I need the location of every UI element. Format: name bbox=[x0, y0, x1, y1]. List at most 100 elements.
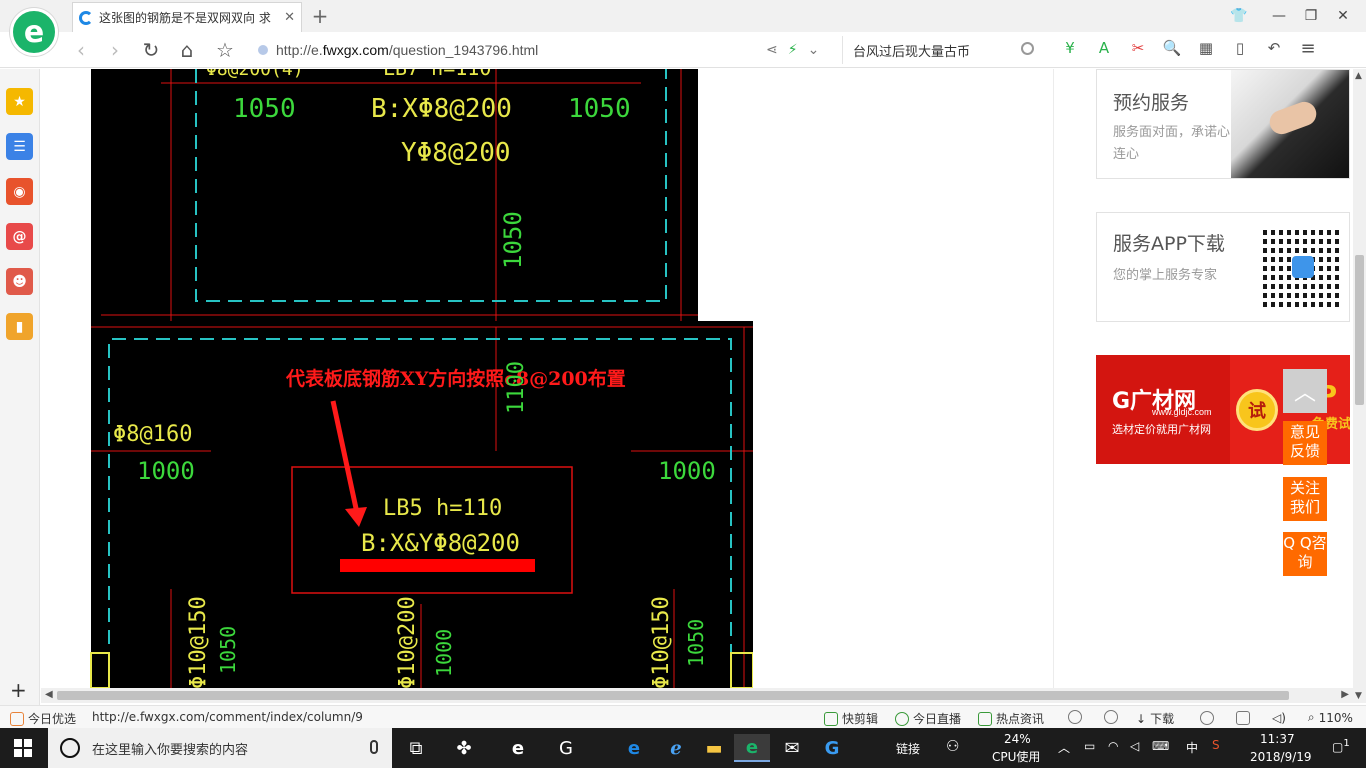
highlight-underline bbox=[340, 559, 535, 572]
mic-icon[interactable] bbox=[370, 740, 378, 754]
translate-icon[interactable]: A bbox=[1094, 37, 1114, 59]
keyboard-icon[interactable]: ⌨ bbox=[1152, 739, 1169, 753]
bolt-icon[interactable]: ⚡ bbox=[788, 42, 798, 58]
ie-icon[interactable] bbox=[1200, 710, 1214, 725]
reader-icon[interactable]: ☰ bbox=[6, 133, 33, 160]
close-button[interactable]: ✕ bbox=[1328, 4, 1358, 28]
battery-icon[interactable]: ▭ bbox=[1084, 739, 1095, 753]
favorites-icon[interactable]: ★ bbox=[6, 88, 33, 115]
slab-label: LB5 h=110 bbox=[383, 496, 502, 521]
undo-icon[interactable]: ↶ bbox=[1264, 37, 1284, 59]
volume-icon[interactable]: ◁) bbox=[1272, 711, 1286, 725]
scroll-left-icon[interactable]: ◀ bbox=[45, 689, 53, 700]
sidebar-add-button[interactable]: + bbox=[10, 678, 27, 702]
apps-icon[interactable]: ▦ bbox=[1196, 37, 1216, 59]
glodon-app-icon[interactable]: G bbox=[548, 734, 584, 762]
vertical-rebar-mid: Φ10@200 bbox=[395, 596, 420, 688]
mail-app-icon[interactable]: ✉ bbox=[774, 734, 810, 762]
bottom-dim-left: 1000 bbox=[137, 457, 195, 485]
scroll-up-icon[interactable]: ▲ bbox=[1355, 71, 1362, 81]
home-button[interactable]: ⌂ bbox=[174, 37, 200, 63]
ie-browser-icon[interactable]: ℯ bbox=[658, 734, 694, 762]
address-bar[interactable]: http://e.fwxgx.com/question_1943796.html bbox=[258, 36, 838, 64]
taskbar-search-placeholder: 在这里输入你要搜索的内容 bbox=[92, 742, 249, 758]
vertical-dim-left: 1050 bbox=[216, 626, 240, 674]
dropdown-icon[interactable]: ⌄ bbox=[808, 42, 820, 58]
vertical-scrollbar[interactable]: ▲ ▼ bbox=[1353, 69, 1366, 703]
ad-slogan: 选材定价就用广材网 bbox=[1112, 423, 1211, 436]
quick-edit[interactable]: 快剪辑 bbox=[824, 710, 878, 727]
restore-button[interactable]: ❐ bbox=[1296, 4, 1326, 28]
taskbar-search[interactable]: 在这里输入你要搜索的内容 bbox=[48, 728, 392, 768]
security-icon bbox=[258, 45, 268, 55]
notes-icon[interactable]: ▮ bbox=[6, 313, 33, 340]
download-icon: ↓ bbox=[1136, 711, 1147, 726]
app-title: 服务APP下载 bbox=[1113, 233, 1225, 255]
back-button[interactable]: ‹ bbox=[68, 37, 94, 63]
magnifier-icon[interactable]: 🔍 bbox=[1162, 37, 1182, 59]
start-windows-icon[interactable] bbox=[14, 739, 32, 757]
weibo-icon[interactable]: ◉ bbox=[6, 178, 33, 205]
address-tools: ⋖ ⚡ ⌄ bbox=[766, 42, 819, 58]
wifi-icon[interactable]: ◠ bbox=[1108, 739, 1118, 753]
tab-close-icon[interactable]: ✕ bbox=[284, 10, 295, 25]
cortana-icon bbox=[60, 738, 80, 758]
qq-consult-button[interactable]: Q Q咨询 bbox=[1283, 532, 1327, 576]
guangcai-app-icon[interactable]: G bbox=[814, 734, 850, 762]
notification-icon[interactable]: ▢1 bbox=[1332, 738, 1350, 754]
search-icon[interactable] bbox=[1021, 42, 1034, 55]
file-explorer-icon[interactable]: ▬ bbox=[696, 734, 732, 762]
status-right-tools: ◁) ⌕ 110% bbox=[1200, 710, 1353, 725]
horizontal-scrollbar[interactable]: ◀ ▶ bbox=[41, 688, 1353, 703]
vertical-scroll-thumb[interactable] bbox=[1355, 255, 1364, 405]
browser-logo-icon[interactable]: e bbox=[10, 8, 58, 56]
mail-icon[interactable]: @ bbox=[6, 223, 33, 250]
skin-icon[interactable]: 👕 bbox=[1224, 4, 1254, 28]
tray-expand-icon[interactable]: ︿ bbox=[1058, 739, 1070, 756]
pin-icon[interactable] bbox=[1104, 710, 1118, 724]
search-box[interactable]: 台风过后现大量古币 bbox=[842, 36, 1042, 64]
new-tab-button[interactable]: + bbox=[308, 4, 332, 28]
tab-active[interactable]: 这张图的钢筋是不是双网双向 求 ✕ bbox=[72, 2, 302, 32]
zoom-level[interactable]: 110% bbox=[1319, 711, 1353, 725]
back-to-top-button[interactable]: ︿ bbox=[1283, 369, 1327, 413]
download-button[interactable]: ↓ 下载 bbox=[1136, 710, 1174, 727]
scroll-down-icon[interactable]: ▼ bbox=[1355, 691, 1362, 701]
ime-indicator[interactable]: 中 bbox=[1186, 739, 1198, 756]
shield-icon[interactable]: ¥ bbox=[1060, 37, 1080, 59]
speed-icon[interactable] bbox=[1068, 710, 1082, 724]
links-toolbar[interactable]: 链接 bbox=[896, 740, 920, 757]
hot-news[interactable]: 热点资讯 bbox=[978, 710, 1044, 727]
slab-rebar-label: B:X&YΦ8@200 bbox=[361, 529, 520, 557]
clock-date[interactable]: 2018/9/19 bbox=[1250, 750, 1312, 764]
task-view-icon[interactable]: ⧉ bbox=[398, 734, 434, 762]
status-url: http://e.fwxgx.com/comment/index/column/… bbox=[92, 710, 363, 724]
edge-browser-icon[interactable]: e bbox=[500, 734, 536, 762]
minimize-button[interactable]: — bbox=[1264, 4, 1294, 28]
fan-app-icon[interactable]: ✤ bbox=[446, 734, 482, 762]
clock-time[interactable]: 11:37 bbox=[1260, 732, 1295, 746]
bookmark-star-button[interactable]: ☆ bbox=[212, 37, 238, 63]
live[interactable]: 今日直播 bbox=[895, 710, 961, 727]
follow-us-button[interactable]: 关注我们 bbox=[1283, 477, 1327, 521]
edge-icon[interactable]: e bbox=[616, 734, 652, 762]
app-download-card[interactable]: 服务APP下载 您的掌上服务专家 bbox=[1096, 212, 1350, 322]
feedback-button[interactable]: 意见反馈 bbox=[1283, 421, 1327, 465]
today-picks[interactable]: 今日优选 bbox=[10, 710, 76, 727]
scroll-right-icon[interactable]: ▶ bbox=[1341, 689, 1349, 700]
scissors-icon[interactable]: ✂ bbox=[1128, 37, 1148, 59]
browser-360-icon[interactable]: e bbox=[734, 734, 770, 762]
refresh-button[interactable]: ↻ bbox=[138, 37, 164, 63]
window-icon[interactable] bbox=[1236, 710, 1250, 725]
menu-icon[interactable]: ≡ bbox=[1298, 37, 1318, 59]
share-icon[interactable]: ⋖ bbox=[766, 42, 778, 58]
forward-button[interactable]: › bbox=[102, 37, 128, 63]
volume-tray-icon[interactable]: ◁ bbox=[1130, 739, 1139, 753]
phone-icon[interactable]: ▯ bbox=[1230, 37, 1250, 59]
sogou-icon[interactable]: S bbox=[1212, 738, 1220, 752]
people-icon[interactable]: ⚇ bbox=[946, 737, 959, 755]
game-icon[interactable]: ☻ bbox=[6, 268, 33, 295]
zoom-icon[interactable]: ⌕ bbox=[1308, 710, 1315, 725]
horizontal-scroll-thumb[interactable] bbox=[57, 691, 1289, 700]
booking-service-card[interactable]: 预约服务 服务面对面，承诺心连心 bbox=[1096, 69, 1350, 179]
